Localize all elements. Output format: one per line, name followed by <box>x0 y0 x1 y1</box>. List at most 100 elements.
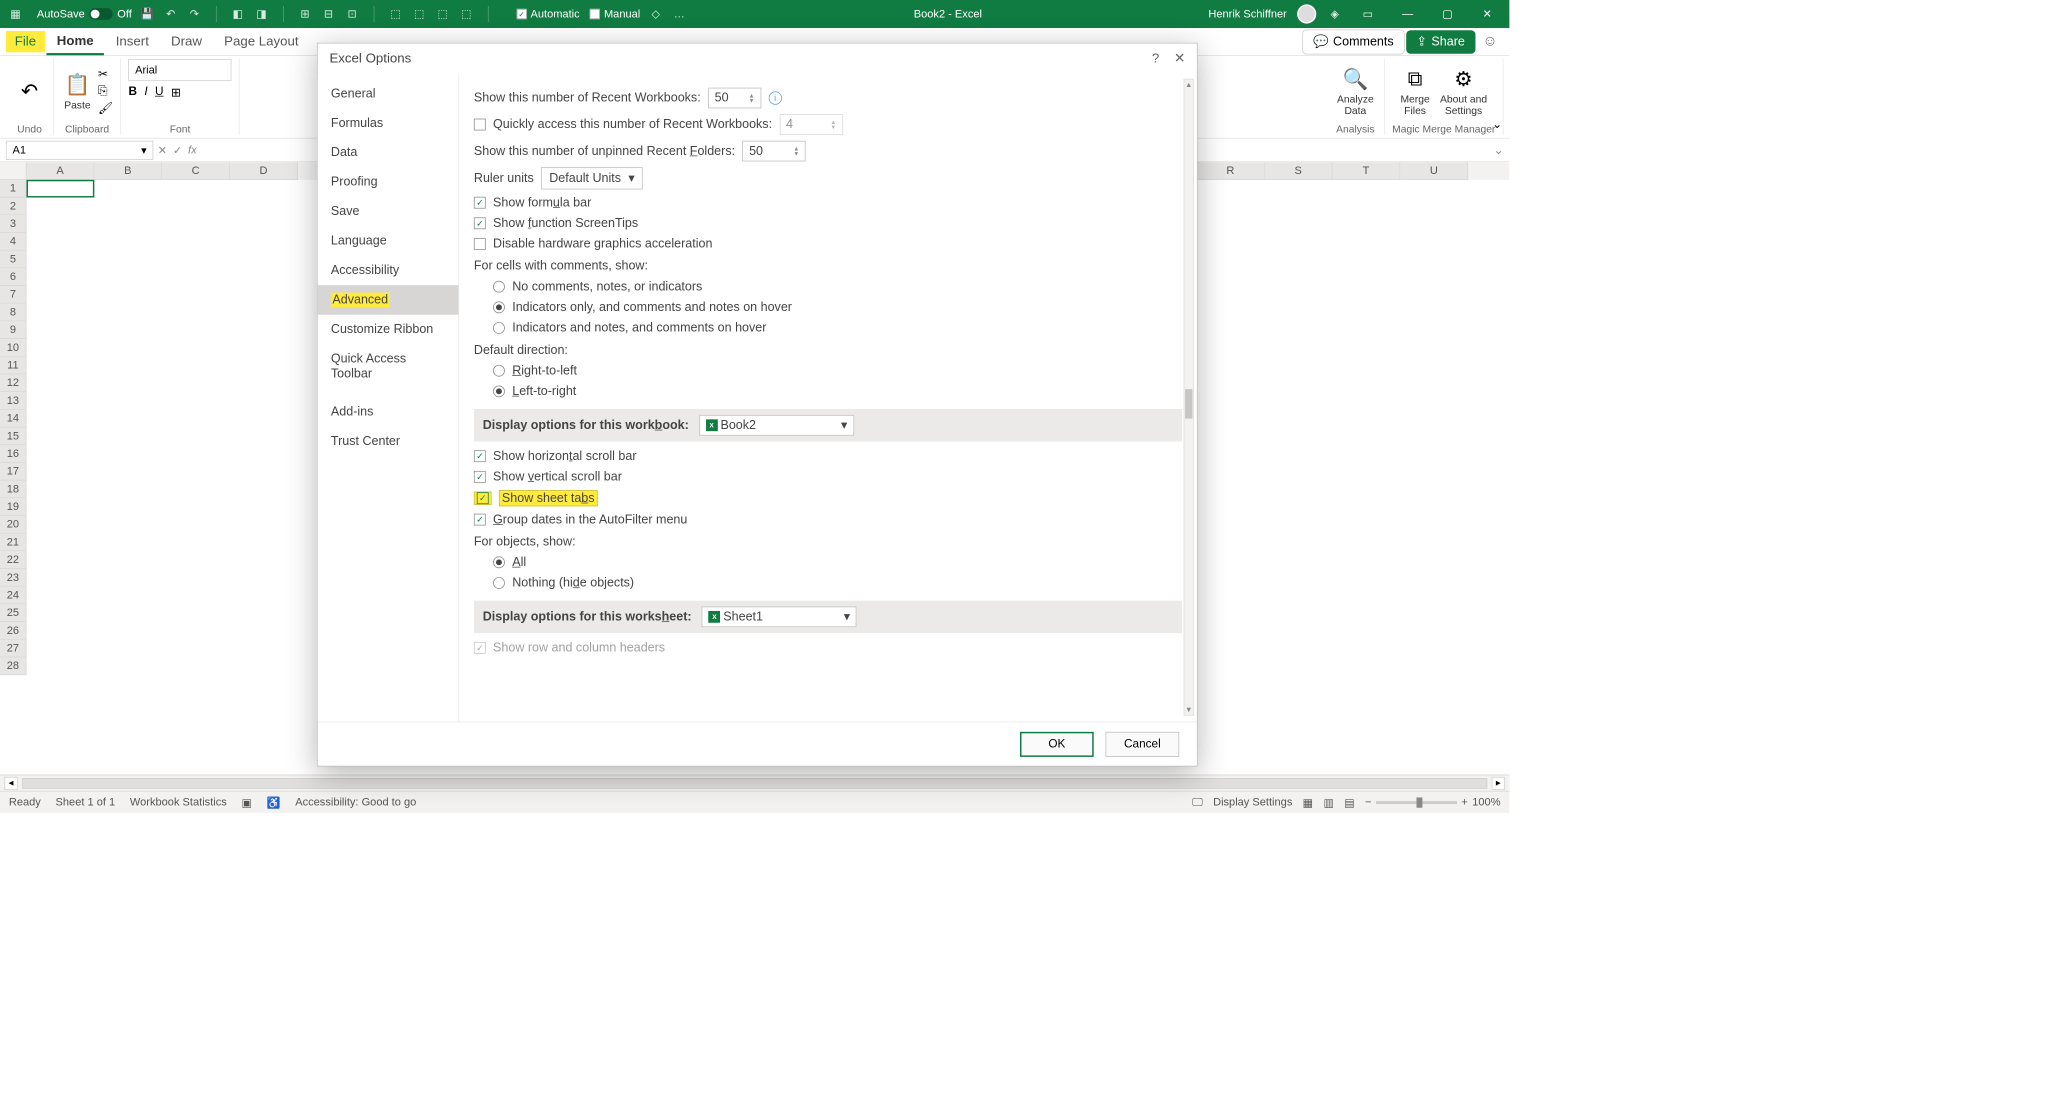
quick-access-spinner[interactable]: 4 ▲▼ <box>779 114 842 135</box>
accessibility-icon[interactable]: ♿ <box>267 796 281 809</box>
row-header[interactable]: 13 <box>0 392 27 410</box>
zoom-level[interactable]: 100% <box>1472 796 1500 809</box>
automatic-checkbox[interactable]: ✓ Automatic <box>516 8 579 21</box>
row-col-headers-checkbox[interactable] <box>474 642 486 654</box>
col-header[interactable]: D <box>230 162 298 180</box>
zoom-in-icon[interactable]: + <box>1461 796 1467 809</box>
row-header[interactable]: 16 <box>0 445 27 463</box>
about-settings-button[interactable]: ⚙ About and Settings <box>1437 63 1490 120</box>
nav-customize-ribbon[interactable]: Customize Ribbon <box>318 315 459 344</box>
nav-language[interactable]: Language <box>318 226 459 255</box>
maximize-icon[interactable]: ▢ <box>1433 3 1462 25</box>
show-formula-bar-checkbox[interactable] <box>474 197 486 209</box>
scroll-right-icon[interactable]: ► <box>1492 776 1505 789</box>
nav-trust-center[interactable]: Trust Center <box>318 427 459 456</box>
zoom-out-icon[interactable]: − <box>1365 796 1371 809</box>
zoom-slider[interactable] <box>1376 801 1457 804</box>
diamond-icon[interactable]: ◈ <box>1327 6 1343 22</box>
row-header[interactable]: 4 <box>0 233 27 251</box>
row-header[interactable]: 9 <box>0 321 27 339</box>
comments-none-radio[interactable] <box>493 281 505 293</box>
row-header[interactable]: 28 <box>0 657 27 675</box>
display-settings-label[interactable]: Display Settings <box>1213 796 1292 809</box>
row-header[interactable]: 27 <box>0 640 27 658</box>
nav-addins[interactable]: Add-ins <box>318 397 459 426</box>
row-header[interactable]: 21 <box>0 534 27 552</box>
nav-formulas[interactable]: Formulas <box>318 108 459 137</box>
worksheet-combo[interactable]: XSheet1 ▾ <box>702 607 857 628</box>
recent-workbooks-spinner[interactable]: 50 ▲▼ <box>708 88 761 109</box>
row-header[interactable]: 25 <box>0 604 27 622</box>
row-header[interactable]: 18 <box>0 481 27 499</box>
h-scroll-checkbox[interactable] <box>474 450 486 462</box>
col-header[interactable]: B <box>94 162 162 180</box>
workbook-combo[interactable]: XBook2 ▾ <box>699 415 854 436</box>
name-box[interactable]: A1 ▾ <box>6 140 153 159</box>
cancel-button[interactable]: Cancel <box>1106 731 1180 756</box>
border-button[interactable]: ⊞ <box>171 85 181 100</box>
rtl-radio[interactable] <box>493 365 505 377</box>
col-header[interactable]: R <box>1197 162 1265 180</box>
qat-overflow-icon[interactable]: … <box>671 6 687 22</box>
tab-page-layout[interactable]: Page Layout <box>214 29 309 53</box>
normal-view-icon[interactable]: ▦ <box>1303 796 1313 809</box>
paste-button[interactable]: 📋 Paste <box>61 68 93 113</box>
font-name-combo[interactable]: Arial <box>128 59 231 81</box>
redo-icon[interactable]: ↷ <box>186 6 202 22</box>
row-header[interactable]: 14 <box>0 410 27 428</box>
row-header[interactable]: 26 <box>0 622 27 640</box>
unpinned-folders-spinner[interactable]: 50 ▲▼ <box>742 141 805 162</box>
nav-accessibility[interactable]: Accessibility <box>318 256 459 285</box>
qat-icon-9[interactable]: ⬚ <box>458 6 474 22</box>
select-all-corner[interactable] <box>0 162 27 180</box>
col-header[interactable]: S <box>1265 162 1333 180</box>
disable-hw-checkbox[interactable] <box>474 238 486 250</box>
row-header[interactable]: 3 <box>0 215 27 233</box>
scroll-up-icon[interactable]: ▲ <box>1184 80 1193 90</box>
format-painter-icon[interactable]: 🖌 <box>98 101 113 116</box>
qat-icon-5[interactable]: ⊡ <box>344 6 360 22</box>
user-avatar-icon[interactable] <box>1297 4 1316 23</box>
row-header[interactable]: 2 <box>0 198 27 216</box>
nav-save[interactable]: Save <box>318 197 459 226</box>
horizontal-scrollbar[interactable]: ◄ ► <box>0 775 1509 791</box>
underline-button[interactable]: U <box>155 85 164 100</box>
comments-button[interactable]: 💬 Comments <box>1302 29 1405 54</box>
display-settings-icon[interactable]: 🖵 <box>1192 796 1203 809</box>
tab-home[interactable]: Home <box>46 28 103 55</box>
collapse-ribbon-icon[interactable]: ⌄ <box>1492 117 1502 132</box>
expand-formula-icon[interactable]: ⌄ <box>1494 143 1504 158</box>
ltr-radio[interactable] <box>493 385 505 397</box>
v-scroll-checkbox[interactable] <box>474 471 486 483</box>
page-layout-view-icon[interactable]: ▥ <box>1323 796 1333 809</box>
row-header[interactable]: 7 <box>0 286 27 304</box>
minimize-icon[interactable]: — <box>1393 3 1422 25</box>
dialog-scrollbar[interactable]: ▲ ▼ <box>1184 79 1194 716</box>
qat-icon-8[interactable]: ⬚ <box>435 6 451 22</box>
analyze-data-button[interactable]: 🔍 Analyze Data <box>1334 63 1377 120</box>
row-header[interactable]: 8 <box>0 304 27 322</box>
autosave-toggle[interactable]: AutoSave Off <box>37 8 132 21</box>
ok-button[interactable]: OK <box>1020 731 1094 756</box>
row-header[interactable]: 19 <box>0 498 27 516</box>
share-button[interactable]: ⇪ Share <box>1406 30 1475 54</box>
qat-icon-1[interactable]: ◧ <box>230 6 246 22</box>
col-header[interactable]: A <box>27 162 95 180</box>
qat-icon-4[interactable]: ⊟ <box>320 6 336 22</box>
copy-icon[interactable]: ⎘ <box>98 84 113 97</box>
nav-general[interactable]: General <box>318 79 459 108</box>
accept-formula-icon[interactable]: ✓ <box>173 143 182 156</box>
undo-icon[interactable]: ↶ <box>163 6 179 22</box>
info-icon[interactable]: i <box>768 91 781 104</box>
tab-draw[interactable]: Draw <box>161 29 213 53</box>
row-header[interactable]: 6 <box>0 268 27 286</box>
scroll-left-icon[interactable]: ◄ <box>4 776 17 789</box>
nav-data[interactable]: Data <box>318 138 459 167</box>
bold-button[interactable]: B <box>128 85 137 100</box>
italic-button[interactable]: I <box>144 85 147 100</box>
nav-advanced[interactable]: Advanced <box>318 285 459 314</box>
scroll-thumb[interactable] <box>1185 389 1192 418</box>
row-header[interactable]: 10 <box>0 339 27 357</box>
row-header[interactable]: 17 <box>0 463 27 481</box>
sheet-tabs-checkbox[interactable] <box>474 492 492 505</box>
